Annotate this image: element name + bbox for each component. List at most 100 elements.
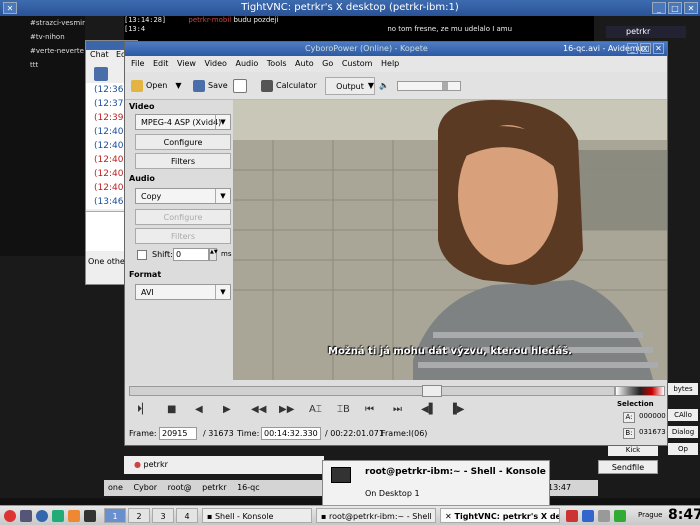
open-button[interactable]: Open ▼ [131,77,182,95]
desktop-3[interactable]: 3 [152,508,174,523]
menu-video[interactable]: Video [205,56,227,72]
op-button[interactable]: Op [668,443,698,455]
shift-unit: ms [221,250,232,258]
menu-view[interactable]: View [177,56,196,72]
browser-icon[interactable] [52,510,64,522]
save-icon[interactable] [94,67,108,81]
audio-configure-button[interactable]: Configure [135,209,231,225]
channel-item[interactable]: ttt [0,58,85,72]
menu-go[interactable]: Go [322,56,333,72]
transport-controls: ⏵▏ ■ ◀ ▶ ◀◀ ▶▶ A⌶ ⌶B ⏮ ⏭ ◀▌ ▐▶ [125,402,615,422]
channel-item[interactable]: #strazci-vesmiru [0,16,85,30]
remote-task-item[interactable]: root@ [164,480,196,496]
save-button[interactable]: Save [193,77,228,95]
video-filters-button[interactable]: Filters [135,153,231,169]
tray-icon[interactable] [582,510,594,522]
previous-black-icon[interactable]: ◀▌ [421,404,436,415]
info-button[interactable] [233,77,250,95]
menu-help[interactable]: Help [381,56,399,72]
vnc-titlebar[interactable]: TightVNC: petrkr's X desktop (petrkr-ibm… [0,0,700,16]
clock[interactable]: 8:47 [668,507,700,523]
desktop-4[interactable]: 4 [176,508,198,523]
play-filtered-icon[interactable]: ⏵▏ [137,404,150,415]
shift-stepper[interactable]: ▲▼ [209,248,218,261]
avidemux-titlebar[interactable]: CyboroPower (Online) - Kopete 16-qc.avi … [125,42,667,56]
task-shell-konsole[interactable]: ▪ Shell - Konsole [202,508,312,523]
tray-icon[interactable] [614,510,626,522]
time-input[interactable]: 00:14:32.330 [261,427,321,440]
calculator-button[interactable]: Calculator [261,77,317,95]
userlist-item[interactable]: petrkr [606,26,686,38]
menu-custom[interactable]: Custom [342,56,373,72]
set-marker-b-icon[interactable]: ⌶B [337,404,350,415]
frame-input[interactable]: 20915 [159,427,197,440]
maximize-icon[interactable]: □ [640,43,651,54]
frame-type: Frame:I(06) [381,429,428,438]
shift-input[interactable]: 0 [173,248,209,261]
irc-channel-list: #strazci-vesmiru #tv-nihon #verte-nevert… [0,16,85,256]
maximize-icon[interactable]: □ [668,2,682,14]
goto-a-button[interactable]: A: [623,412,635,423]
shift-checkbox[interactable] [137,250,147,260]
callo-button[interactable]: CAllo [668,409,698,421]
goto-b-button[interactable]: B: [623,428,635,439]
stop-icon[interactable]: ■ [167,404,176,415]
task-root-shell[interactable]: ▪ root@petrkr-ibm:~ - Shell [316,508,436,523]
dialog-button[interactable]: Dialog [668,426,698,438]
bytes-button[interactable]: bytes [668,383,698,395]
video-preview[interactable]: Možná ti já mohu dát výzvu, kterou hledá… [233,100,667,380]
volume-slider[interactable] [397,81,461,91]
close-icon[interactable]: ✕ [653,43,664,54]
volume-handle[interactable] [442,82,448,90]
channel-item[interactable]: #verte-neverte [0,44,85,58]
remote-task-item[interactable]: Cybor [129,480,161,496]
goto-end-icon[interactable]: ⏭ [393,404,402,415]
menu-audio[interactable]: Audio [235,56,258,72]
audio-codec-select[interactable]: Copy ▼ [135,188,231,204]
close-window-icon[interactable]: ✕ [684,2,698,14]
close-icon[interactable]: ✕ [3,2,17,14]
mail-icon[interactable] [68,510,80,522]
minimize-icon[interactable]: _ [652,2,666,14]
seek-handle[interactable] [422,385,442,397]
menu-tools[interactable]: Tools [267,56,287,72]
menu-edit[interactable]: Edit [153,56,169,72]
sendfile-button[interactable]: Sendfile [598,460,658,474]
desktop-2[interactable]: 2 [128,508,150,523]
task-tightvnc[interactable]: ✕ TightVNC: petrkr's X de [440,508,560,523]
goto-start-icon[interactable]: ⏮ [365,404,374,415]
task-notification[interactable]: root@petrkr-ibm:~ - Shell - Konsole On D… [322,460,550,506]
minimize-icon[interactable]: _ [627,43,638,54]
audio-filters-button[interactable]: Filters [135,228,231,244]
video-configure-button[interactable]: Configure [135,134,231,150]
remote-task-item[interactable]: one [104,480,127,496]
seek-bar[interactable] [129,385,615,397]
remote-task-item[interactable]: 16-qc [233,480,264,496]
desktop-1[interactable]: 1 [104,508,126,523]
video-codec-select[interactable]: MPEG-4 ASP (Xvid4) ▼ [135,114,231,130]
channel-item[interactable]: #tv-nihon [0,30,85,44]
previous-frame-icon[interactable]: ◀ [195,404,203,415]
previous-keyframe-icon[interactable]: ◀◀ [251,404,266,415]
next-keyframe-icon[interactable]: ▶▶ [279,404,294,415]
chevron-down-icon[interactable]: ▼ [175,81,181,90]
time-label: Time: [237,429,260,438]
set-marker-a-icon[interactable]: A⌶ [309,404,322,415]
kopete-input-row: ● petrkr [124,456,324,474]
terminal-icon[interactable] [84,510,96,522]
tray-icon[interactable] [598,510,610,522]
tray-icon[interactable] [566,510,578,522]
speaker-icon[interactable]: 🔈 [379,77,389,95]
kmenu-icon[interactable] [4,510,16,522]
format-select[interactable]: AVI ▼ [135,284,231,300]
menu-file[interactable]: File [131,56,144,72]
chevron-down-icon[interactable]: ▼ [365,77,377,95]
remote-task-item[interactable]: petrkr [198,480,230,496]
menu-auto[interactable]: Auto [295,56,314,72]
show-desktop-icon[interactable] [20,510,32,522]
next-frame-icon[interactable]: ▶ [223,404,231,415]
next-black-icon[interactable]: ▐▶ [449,404,464,415]
status-dot-icon: ● [134,460,141,469]
menu-chat[interactable]: Chat [90,50,109,59]
home-icon[interactable] [36,510,48,522]
